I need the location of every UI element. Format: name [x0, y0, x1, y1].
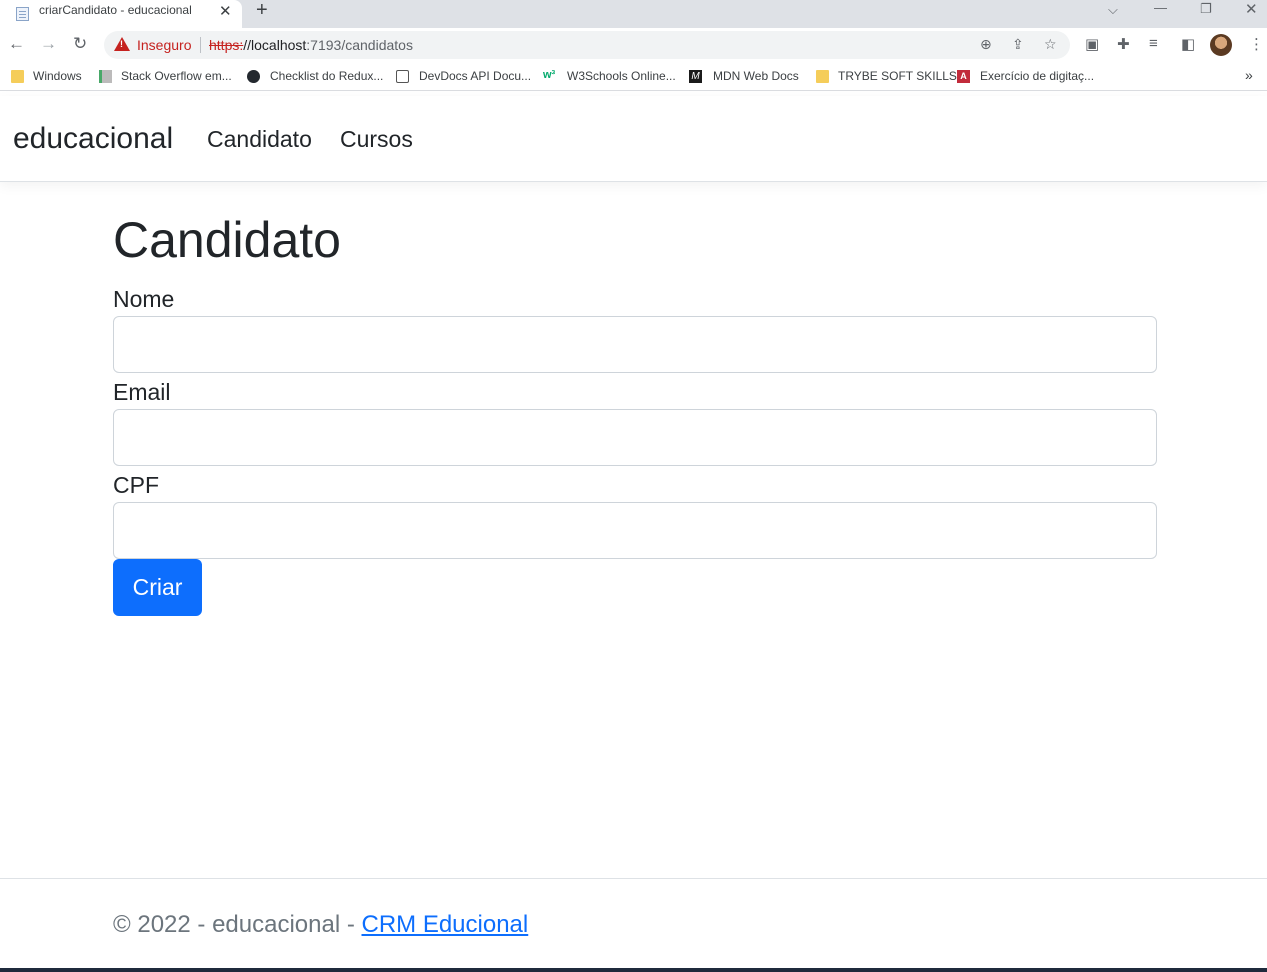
cpf-label: CPF — [113, 472, 159, 498]
profile-avatar[interactable] — [1210, 34, 1232, 56]
bookmark-devdocs[interactable]: DevDocs API Docu... — [419, 69, 531, 83]
url-scheme: https: — [209, 37, 244, 53]
tab-search-icon[interactable]: ⌵ — [1108, 2, 1118, 18]
mdn-icon: M — [689, 70, 702, 83]
zoom-icon[interactable]: ⊕ — [980, 36, 992, 53]
bookmark-typing-exercise[interactable]: Exercício de digitaç... — [980, 69, 1094, 83]
bookmark-redux-checklist[interactable]: Checklist do Redux... — [270, 69, 383, 83]
url-text[interactable]: https://localhost:7193/candidatos — [209, 37, 413, 53]
site-footer: © 2022 - educacional - CRM Educional — [0, 878, 1267, 968]
bookmark-trybe[interactable]: TRYBE SOFT SKILLS — [838, 69, 957, 83]
omnibox-divider — [200, 37, 201, 53]
nav-link-candidato[interactable]: Candidato — [207, 126, 312, 153]
bookmarks-bar: Windows Stack Overflow em... Checklist d… — [0, 63, 1267, 91]
new-tab-icon[interactable]: + — [256, 0, 268, 22]
footer-link[interactable]: CRM Educional — [362, 911, 529, 938]
close-window-icon[interactable]: ✕ — [1245, 0, 1258, 18]
email-input[interactable] — [113, 409, 1157, 466]
url-path: :7193/candidatos — [306, 37, 413, 53]
media-playlist-icon[interactable]: ≡ — [1149, 35, 1158, 52]
browser-toolbar: ← → ↻ Inseguro https://localhost:7193/ca… — [0, 28, 1267, 63]
browser-tab[interactable]: criarCandidato - educacional ✕ — [0, 0, 242, 28]
email-label: Email — [113, 379, 171, 405]
github-icon — [247, 70, 260, 83]
bookmark-w3schools[interactable]: W3Schools Online... — [567, 69, 676, 83]
typing-icon: A — [957, 70, 970, 83]
security-status[interactable]: Inseguro — [137, 37, 191, 53]
extension-m-icon[interactable]: ▣ — [1085, 35, 1099, 53]
minimize-icon[interactable]: — — [1154, 0, 1167, 15]
address-bar[interactable]: Inseguro https://localhost:7193/candidat… — [104, 31, 1070, 59]
site-navbar: educacional Candidato Cursos — [0, 96, 1267, 182]
folder-icon — [816, 70, 829, 83]
bookmark-star-icon[interactable]: ☆ — [1044, 36, 1057, 53]
page-title: Candidato — [113, 212, 341, 268]
extensions-puzzle-icon[interactable]: ✚ — [1117, 35, 1130, 53]
reload-icon[interactable]: ↻ — [73, 34, 87, 54]
browser-tab-strip: criarCandidato - educacional ✕ + ⌵ — ❐ ✕ — [0, 0, 1267, 28]
bookmark-mdn[interactable]: MDN Web Docs — [713, 69, 799, 83]
nome-input[interactable] — [113, 316, 1157, 373]
nav-link-cursos[interactable]: Cursos — [340, 126, 413, 153]
warning-icon — [114, 37, 130, 51]
menu-kebab-icon[interactable]: ⋮ — [1249, 35, 1264, 53]
restore-icon[interactable]: ❐ — [1200, 1, 1212, 17]
copyright-text: © 2022 - educacional - — [113, 911, 362, 938]
footer-text: © 2022 - educacional - CRM Educional — [113, 911, 528, 939]
share-icon[interactable]: ⇪ — [1012, 36, 1024, 53]
bookmark-windows[interactable]: Windows — [33, 69, 82, 83]
more-bookmarks-icon[interactable]: » — [1245, 67, 1253, 83]
side-panel-icon[interactable]: ◧ — [1181, 35, 1195, 53]
devdocs-icon — [396, 70, 409, 83]
criar-button[interactable]: Criar — [113, 559, 202, 616]
stackoverflow-icon — [99, 70, 112, 83]
close-tab-icon[interactable]: ✕ — [219, 2, 232, 20]
url-host: //localhost — [243, 37, 307, 53]
bookmark-stackoverflow[interactable]: Stack Overflow em... — [121, 69, 232, 83]
brand-link[interactable]: educacional — [13, 122, 173, 156]
tab-title: criarCandidato - educacional — [39, 3, 192, 17]
folder-icon — [11, 70, 24, 83]
back-arrow-icon[interactable]: ← — [8, 34, 25, 54]
page-favicon-icon — [16, 7, 29, 21]
page-content: educacional Candidato Cursos Candidato N… — [0, 96, 1267, 972]
w3schools-icon: w³ — [543, 69, 556, 81]
os-taskbar-edge — [0, 968, 1267, 972]
forward-arrow-icon[interactable]: → — [40, 34, 57, 54]
cpf-input[interactable] — [113, 502, 1157, 559]
nome-label: Nome — [113, 286, 175, 312]
